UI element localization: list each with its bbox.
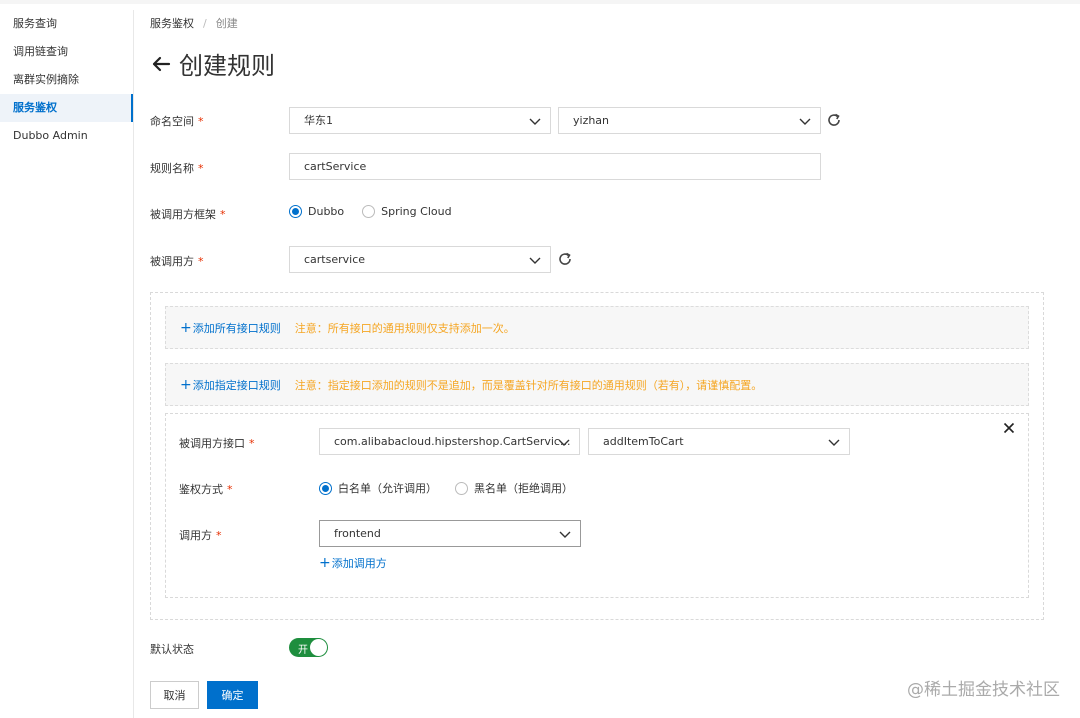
sidebar-item-service-auth[interactable]: 服务鉴权	[0, 94, 133, 122]
all-interfaces-rule-bar: + 添加所有接口规则 注意：所有接口的通用规则仅支持添加一次。	[165, 306, 1029, 349]
chevron-down-icon	[559, 531, 571, 538]
rule-name-label: 规则名称 *	[150, 162, 204, 175]
page-header: 创建规则	[150, 46, 275, 81]
refresh-icon[interactable]	[826, 112, 842, 128]
sidebar-item-trace-query[interactable]: 调用链查询	[0, 38, 133, 66]
watermark: @稀土掘金技术社区	[907, 680, 1060, 700]
radio-whitelist-label: 白名单（允许调用）	[338, 482, 437, 495]
add-caller-link[interactable]: + 添加调用方	[319, 555, 387, 571]
radio-spring-cloud[interactable]	[362, 205, 376, 218]
breadcrumb-current: 创建	[215, 17, 238, 30]
chevron-down-icon	[828, 439, 840, 446]
interface-label: 被调用方接口 *	[179, 437, 255, 450]
page-title: 创建规则	[179, 52, 275, 80]
chevron-down-icon	[799, 118, 811, 125]
specific-interfaces-note: 注意：指定接口添加的规则不是追加，而是覆盖针对所有接口的通用规则（若有），请谨慎…	[294, 378, 763, 392]
radio-dubbo-label: Dubbo	[308, 205, 345, 218]
rule-name-input[interactable]: cartService	[289, 153, 821, 180]
namespace-label: 命名空间 *	[150, 115, 204, 128]
radio-blacklist-label: 黑名单（拒绝调用）	[474, 482, 573, 495]
plus-icon: +	[180, 319, 192, 336]
sidebar-item-dubbo-admin[interactable]: Dubbo Admin	[0, 122, 133, 150]
method-select[interactable]: addItemToCart	[588, 428, 850, 455]
radio-blacklist[interactable]	[455, 481, 468, 495]
sidebar-item-service-query[interactable]: 服务查询	[0, 10, 133, 38]
callee-select[interactable]: cartservice	[289, 246, 551, 273]
chevron-down-icon	[529, 257, 541, 264]
caller-label: 调用方 *	[179, 529, 222, 542]
cancel-button[interactable]: 取消	[150, 681, 199, 709]
region-select[interactable]: 华东1	[289, 107, 551, 134]
namespace-select[interactable]: yizhan	[558, 107, 821, 134]
all-interfaces-note: 注意：所有接口的通用规则仅支持添加一次。	[294, 321, 515, 335]
refresh-icon[interactable]	[557, 251, 573, 267]
breadcrumb-separator: /	[203, 17, 207, 30]
interface-select[interactable]: com.alibabacloud.hipstershop.CartServic.…	[319, 428, 580, 455]
confirm-button[interactable]: 确定	[207, 681, 258, 709]
framework-radio-group: Dubbo Spring Cloud	[289, 205, 470, 218]
close-icon[interactable]	[1003, 422, 1015, 434]
add-all-interfaces-rule-link[interactable]: + 添加所有接口规则	[180, 320, 281, 336]
breadcrumb: 服务鉴权 / 创建	[150, 15, 238, 31]
default-status-label: 默认状态	[150, 643, 194, 656]
specific-interfaces-rule-bar: + 添加指定接口规则 注意：指定接口添加的规则不是追加，而是覆盖针对所有接口的通用…	[165, 363, 1029, 406]
toggle-knob	[310, 639, 327, 656]
sidebar-item-outlier-removal[interactable]: 离群实例摘除	[0, 66, 133, 94]
plus-icon: +	[180, 376, 192, 393]
sidebar: 服务查询 调用链查询 离群实例摘除 服务鉴权 Dubbo Admin	[0, 10, 134, 718]
back-arrow-icon[interactable]	[150, 53, 172, 75]
breadcrumb-parent[interactable]: 服务鉴权	[150, 17, 194, 30]
default-status-toggle[interactable]: 开	[289, 638, 328, 657]
radio-whitelist[interactable]	[319, 481, 332, 495]
caller-select[interactable]: frontend	[319, 520, 581, 547]
chevron-down-icon	[558, 439, 570, 446]
chevron-down-icon	[529, 118, 541, 125]
plus-icon: +	[319, 555, 331, 571]
add-specific-interfaces-rule-link[interactable]: + 添加指定接口规则	[180, 377, 281, 393]
radio-spring-cloud-label: Spring Cloud	[381, 205, 452, 218]
callee-label: 被调用方 *	[150, 255, 204, 268]
auth-radio-group: 白名单（允许调用） 黑名单（拒绝调用）	[319, 480, 591, 496]
framework-label: 被调用方框架 *	[150, 208, 226, 221]
toggle-label: 开	[298, 645, 308, 656]
auth-method-label: 鉴权方式 *	[179, 483, 233, 496]
main-content: 服务鉴权 / 创建 创建规则 命名空间 * 华东1 yizhan 规则名称 * cart…	[150, 0, 1060, 718]
radio-dubbo[interactable]	[289, 205, 302, 218]
